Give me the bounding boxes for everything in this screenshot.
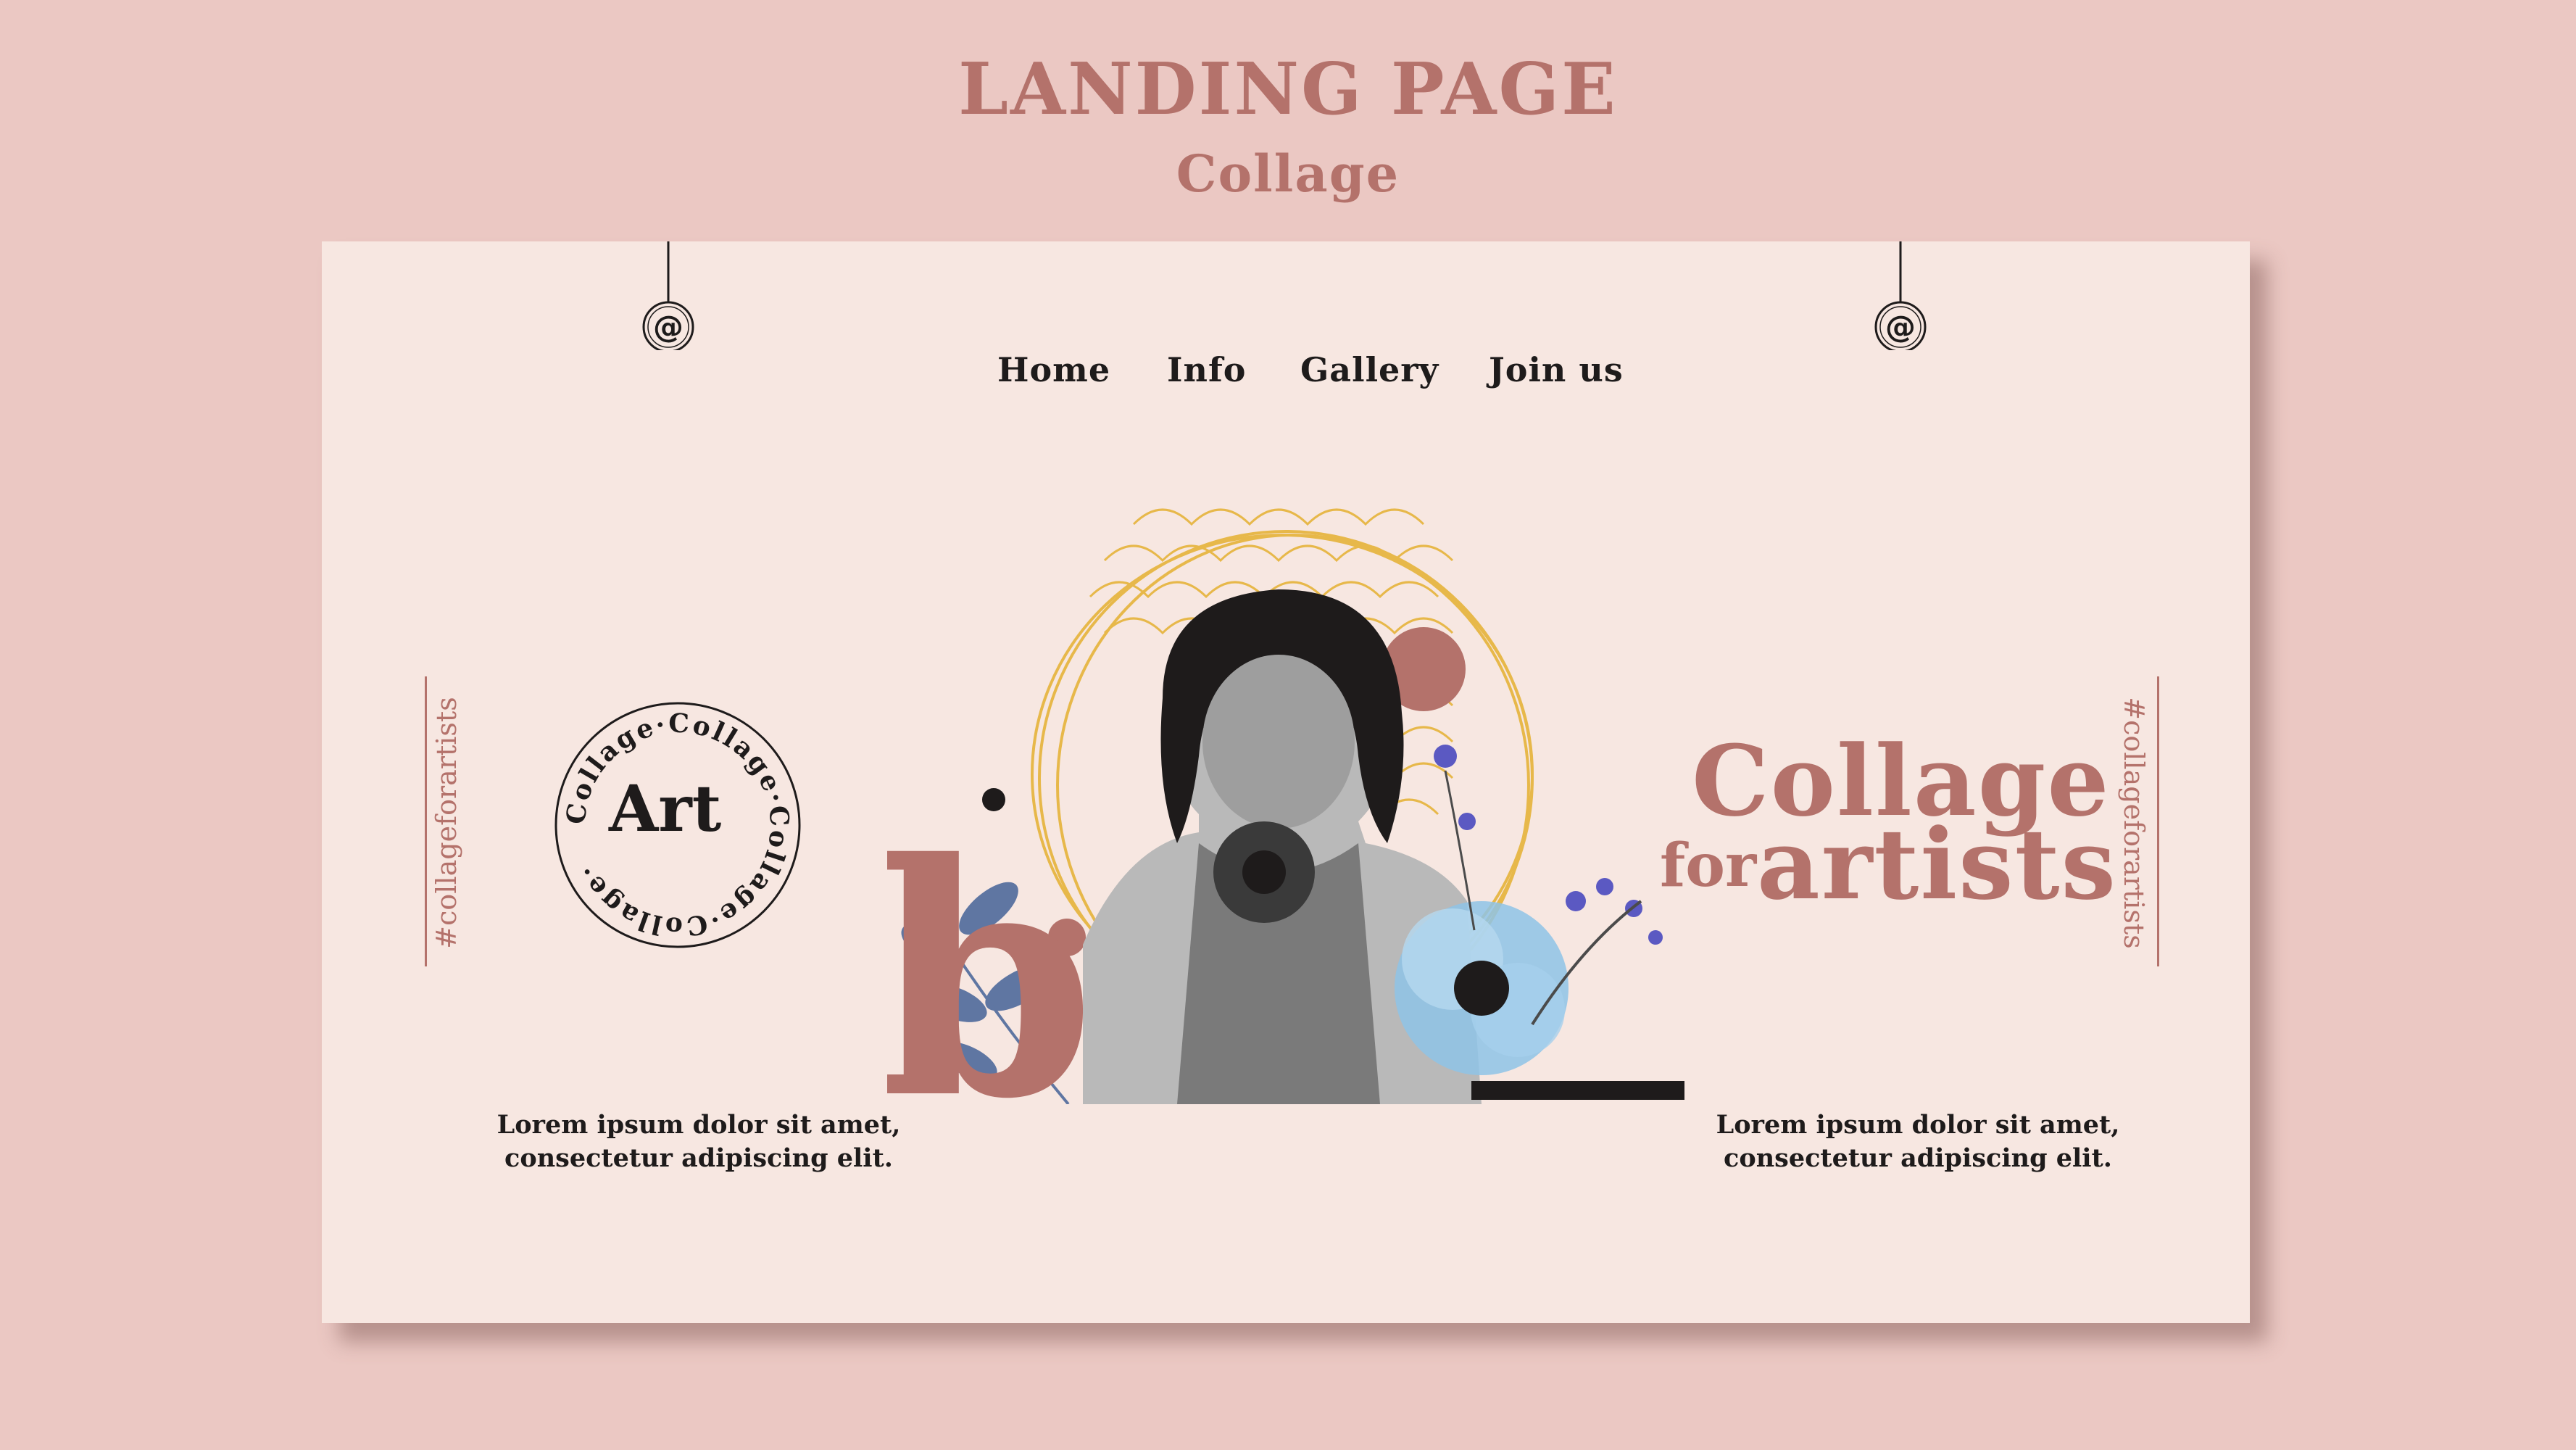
caption-right: Lorem ipsum dolor sit amet, consectetur …: [1686, 1109, 2150, 1175]
watercolor-flower: [1395, 901, 1569, 1075]
hashtag-left[interactable]: #collageforartists: [431, 678, 462, 968]
caption-left-line1: Lorem ipsum dolor sit amet,: [496, 1110, 901, 1140]
side-line-left: [425, 676, 427, 966]
black-bar: [1471, 1081, 1684, 1100]
caption-left: Lorem ipsum dolor sit amet, consectetur …: [467, 1109, 931, 1175]
hero-title-for: for: [1660, 831, 1757, 900]
at-sign-icon[interactable]: @: [641, 307, 696, 347]
landing-card: @ @ Home Info Gallery Join us #collagefo…: [322, 241, 2250, 1323]
page-subtitle: Collage: [1176, 144, 1400, 204]
nav-join-us[interactable]: Join us: [1489, 350, 1624, 389]
hero-letter-b: b: [887, 794, 1096, 1104]
hero-title-line2: artists: [1757, 807, 2118, 921]
caption-right-line1: Lorem ipsum dolor sit amet,: [1716, 1110, 2120, 1140]
hashtag-right[interactable]: #collageforartists: [2118, 678, 2150, 968]
side-line-right: [2157, 676, 2159, 966]
nav-home[interactable]: Home: [997, 350, 1110, 389]
caption-right-line2: consectetur adipiscing elit.: [1724, 1143, 2112, 1173]
nav-gallery[interactable]: Gallery: [1300, 350, 1439, 389]
badge-art-label: Art: [609, 771, 722, 846]
collage-hero-art: b: [887, 508, 1684, 1104]
nav-info[interactable]: Info: [1167, 350, 1246, 389]
page-title: LANDING PAGE: [958, 48, 1618, 131]
caption-left-line2: consectetur adipiscing elit.: [504, 1143, 893, 1173]
at-sign-icon[interactable]: @: [1873, 307, 1928, 347]
